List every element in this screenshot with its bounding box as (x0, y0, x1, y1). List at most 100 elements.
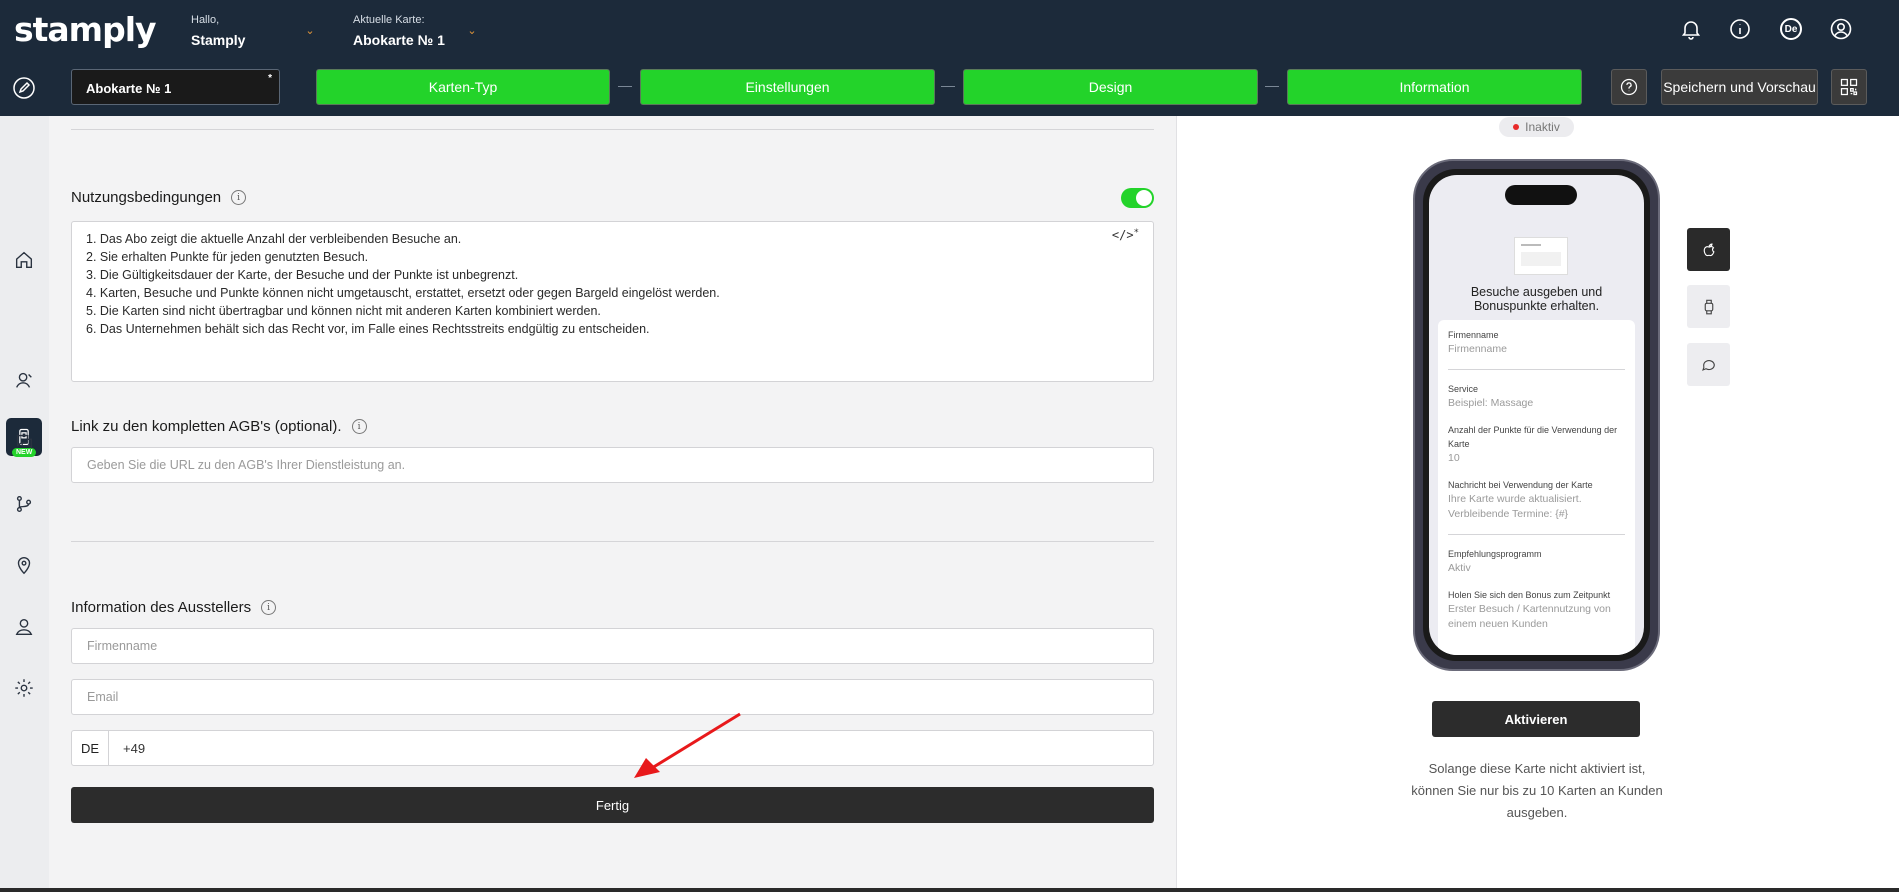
step-separator (941, 86, 955, 87)
step-separator (618, 86, 632, 87)
card-name-input[interactable]: Abokarte № 1 * (71, 69, 280, 105)
terms-line: 6. Das Unternehmen behält sich das Recht… (86, 322, 650, 336)
terms-section-title: Nutzungsbedingungen i (71, 189, 247, 206)
phone-mockup: Besuche ausgeben und Bonuspunkte erhalte… (1413, 159, 1660, 671)
status-badge: Inaktiv (1499, 117, 1574, 137)
info-icon[interactable] (1728, 17, 1752, 41)
field-label: Empfehlungsprogramm (1448, 549, 1542, 559)
terms-textarea[interactable]: 1. Das Abo zeigt die aktuelle Anzahl der… (71, 221, 1154, 382)
left-sidebar: NEW (0, 116, 49, 892)
account-icon[interactable] (1829, 17, 1853, 41)
step-label: Einstellungen (745, 79, 830, 95)
agb-url-input[interactable]: Geben Sie die URL zu den AGB's Ihrer Die… (71, 447, 1154, 483)
email-placeholder: Email (87, 690, 119, 704)
agb-section-title: Link zu den kompletten AGB's (optional).… (71, 418, 367, 435)
settings-icon[interactable] (10, 674, 38, 702)
company-name-input[interactable]: Firmenname (71, 628, 1154, 664)
done-button[interactable]: Fertig (71, 787, 1154, 823)
note-line: ausgeben. (1506, 805, 1568, 820)
step-card-type[interactable]: Karten-Typ (316, 69, 610, 105)
apple-preview-button[interactable] (1687, 228, 1730, 271)
question-icon (1620, 78, 1638, 96)
message-preview-button[interactable] (1687, 343, 1730, 386)
phone-screen: Besuche ausgeben und Bonuspunkte erhalte… (1429, 175, 1644, 655)
current-card-name: Abokarte № 1 (353, 32, 445, 48)
chevron-down-icon[interactable]: ⌄ (303, 24, 317, 38)
current-card-label: Aktuelle Karte: (353, 14, 425, 26)
issuer-title: Information des Ausstellers (71, 599, 252, 616)
stamply-logo[interactable]: stamply (14, 10, 157, 49)
company-placeholder: Firmenname (87, 639, 158, 653)
detail-field: Firmenname Firmenname (1448, 328, 1625, 357)
language-label: De (1780, 18, 1802, 40)
phone-input[interactable]: DE +49 (71, 730, 1154, 766)
required-mark: * (268, 73, 272, 84)
issuer-section-title: Information des Ausstellers i (71, 599, 277, 616)
detail-field: Holen Sie sich den Bonus zum Zeitpunkt E… (1448, 588, 1625, 632)
terms-line: 4. Karten, Besuche und Punkte können nic… (86, 286, 720, 300)
field-label: Anzahl der Punkte für die Verwendung der… (1448, 425, 1618, 449)
field-label: Holen Sie sich den Bonus zum Zeitpunkt (1448, 590, 1611, 600)
screen-title-line: Besuche ausgeben und (1470, 285, 1603, 299)
phone-country-code[interactable]: DE (72, 731, 109, 765)
language-switch[interactable]: De (1779, 17, 1803, 41)
customers-icon[interactable] (10, 366, 38, 394)
annotation-arrow-icon (634, 712, 741, 778)
phone-number[interactable]: +49 (109, 731, 145, 765)
email-input[interactable]: Email (71, 679, 1154, 715)
divider (1448, 534, 1625, 535)
activation-note: Solange diese Karte nicht aktiviert ist,… (1390, 758, 1684, 824)
info-icon[interactable]: i (261, 600, 277, 615)
field-value: Erster Besuch / Kartennutzung von einem … (1448, 603, 1611, 630)
home-icon[interactable] (10, 246, 38, 274)
divider (71, 541, 1154, 542)
field-value: Ihre Karte wurde aktualisiert. Verbleibe… (1448, 493, 1582, 520)
step-separator (1265, 86, 1279, 87)
note-line: Solange diese Karte nicht aktiviert ist, (1428, 761, 1646, 776)
user-name: Stamply (191, 32, 246, 48)
dynamic-island (1505, 185, 1577, 205)
step-information[interactable]: Information (1287, 69, 1582, 105)
help-button[interactable] (1611, 69, 1647, 105)
top-header: stamply Hallo, Stamply ⌄ Aktuelle Karte:… (0, 0, 1899, 116)
qr-code-button[interactable] (1831, 69, 1867, 105)
detail-field: Anzahl der Punkte für die Verwendung der… (1448, 423, 1625, 466)
watch-preview-button[interactable] (1687, 285, 1730, 328)
info-icon[interactable]: i (231, 190, 247, 205)
activate-button[interactable]: Aktivieren (1432, 701, 1640, 737)
detail-field: Service Beispiel: Massage (1448, 382, 1625, 411)
save-preview-button[interactable]: Speichern und Vorschau (1661, 69, 1818, 105)
field-value: Beispiel: Massage (1448, 397, 1534, 409)
user-icon[interactable] (10, 613, 38, 641)
terms-line: 5. Die Karten sind nicht übertragbar und… (86, 304, 601, 318)
code-icon-glyph: </> (1111, 228, 1134, 242)
terms-line: 1. Das Abo zeigt die aktuelle Anzahl der… (86, 232, 462, 246)
agb-title: Link zu den kompletten AGB's (optional). (71, 418, 342, 435)
greeting-label: Hallo, (191, 14, 220, 26)
location-icon[interactable] (10, 551, 38, 579)
divider (71, 129, 1154, 130)
current-card-selector[interactable]: Aktuelle Karte: Abokarte № 1 (353, 14, 445, 48)
terms-toggle[interactable] (1121, 188, 1154, 208)
chat-icon[interactable] (10, 428, 38, 456)
step-settings[interactable]: Einstellungen (640, 69, 935, 105)
edit-pen-icon[interactable] (12, 76, 36, 100)
field-label: Nachricht bei Verwendung der Karte (1448, 480, 1593, 490)
detail-field: Empfehlungsprogramm Aktiv (1448, 547, 1625, 576)
bell-icon[interactable] (1679, 17, 1703, 41)
watch-icon (1704, 299, 1713, 314)
info-icon[interactable]: i (351, 419, 367, 434)
field-value: 10 (1448, 452, 1460, 464)
step-label: Karten-Typ (428, 79, 498, 95)
field-value: Firmenname (1448, 343, 1507, 355)
code-view-icon[interactable]: </>* (1112, 228, 1139, 242)
step-design[interactable]: Design (963, 69, 1258, 105)
field-value: Aktiv (1448, 562, 1471, 574)
apple-icon (1703, 242, 1715, 256)
detail-field: Nachricht bei Verwendung der Karte Ihre … (1448, 478, 1625, 522)
bottom-edge (0, 888, 1899, 892)
flow-icon[interactable] (10, 490, 38, 518)
qr-code-icon (1840, 78, 1858, 96)
user-greeting[interactable]: Hallo, Stamply (191, 14, 245, 48)
chevron-down-icon[interactable]: ⌄ (465, 24, 479, 38)
